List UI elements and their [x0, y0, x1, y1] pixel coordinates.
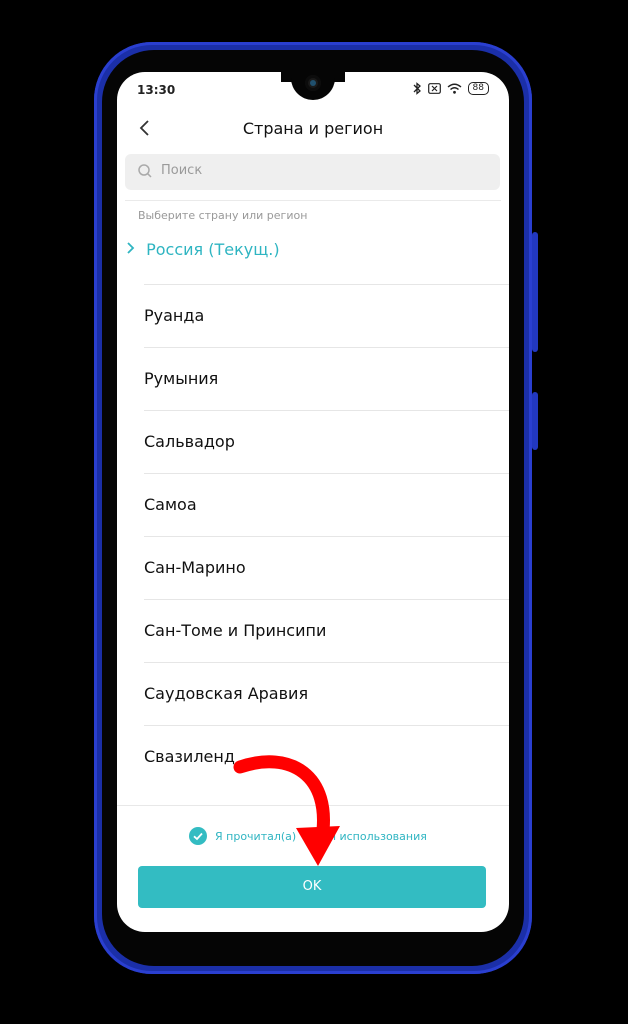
page-title: Страна и регион	[242, 119, 384, 138]
list-item[interactable]: Сальвадор	[117, 410, 509, 473]
chevron-right-icon	[127, 242, 135, 254]
agreement-checkbox[interactable]: Я прочитал(а) ия использования	[189, 827, 427, 845]
screen: 13:30 88 Страна и регион Поиск Выберите …	[117, 72, 509, 932]
country-label: Руанда	[144, 306, 205, 325]
list-item[interactable]: Руанда	[117, 284, 509, 347]
country-label: Свазиленд	[144, 747, 235, 766]
divider	[125, 200, 501, 201]
divider	[117, 805, 509, 806]
header: Страна и регион	[117, 110, 509, 150]
country-label: Румыния	[144, 369, 219, 388]
power-button	[532, 232, 538, 352]
agreement-text: Я прочитал(а) ия использования	[215, 829, 427, 843]
current-region-label: Россия (Текущ.)	[146, 240, 280, 259]
country-label: Сальвадор	[144, 432, 235, 451]
battery-icon: 88	[467, 82, 489, 95]
country-label: Сан-Марино	[144, 558, 246, 577]
country-label: Сан-Томе и Принсипи	[144, 621, 327, 640]
list-item[interactable]: Саудовская Аравия	[117, 662, 509, 725]
status-time: 13:30	[137, 83, 176, 97]
country-label: Саудовская Аравия	[144, 684, 309, 703]
list-item[interactable]: Сан-Марино	[117, 536, 509, 599]
country-label: Самоа	[144, 495, 197, 514]
search-placeholder: Поиск	[161, 163, 203, 178]
front-camera	[305, 75, 321, 91]
list-item[interactable]: Самоа	[117, 473, 509, 536]
status-icons: 88	[412, 82, 489, 95]
list-item[interactable]: Сан-Томе и Принсипи	[117, 599, 509, 662]
bluetooth-icon	[413, 82, 421, 95]
country-list: Руанда Румыния Сальвадор Самоа Сан-Марин…	[117, 284, 509, 788]
check-circle-icon	[189, 827, 207, 845]
sim-icon	[427, 83, 441, 94]
volume-button	[532, 392, 538, 450]
wifi-icon	[447, 83, 461, 94]
list-item[interactable]: Свазиленд	[117, 725, 509, 788]
search-icon	[138, 164, 152, 178]
search-input[interactable]: Поиск	[125, 154, 500, 190]
list-hint: Выберите страну или регион	[138, 209, 308, 222]
current-region-item[interactable]: Россия (Текущ.)	[125, 240, 280, 259]
ok-button[interactable]: OK	[138, 866, 486, 908]
list-item[interactable]: Румыния	[117, 347, 509, 410]
